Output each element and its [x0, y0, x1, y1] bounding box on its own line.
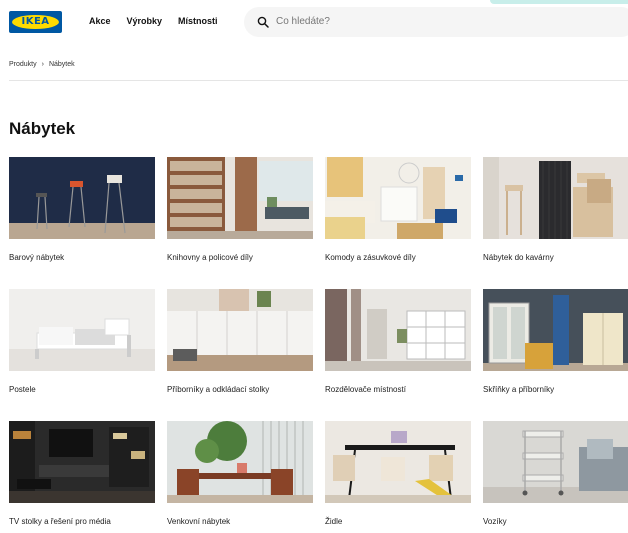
- category-label[interactable]: Židle: [325, 517, 471, 526]
- logo-text: IKEA: [21, 16, 50, 27]
- category-card[interactable]: Skříňky a příborníky: [483, 289, 628, 394]
- category-image[interactable]: [483, 421, 628, 503]
- category-label[interactable]: Příborníky a odkládací stolky: [167, 385, 313, 394]
- category-image[interactable]: [325, 289, 471, 371]
- category-card[interactable]: Příborníky a odkládací stolky: [167, 289, 313, 394]
- search-icon: [257, 16, 269, 28]
- category-label[interactable]: TV stolky a řešení pro média: [9, 517, 155, 526]
- category-image[interactable]: [9, 421, 155, 503]
- category-label[interactable]: Komody a zásuvkové díly: [325, 253, 471, 262]
- category-image[interactable]: [9, 289, 155, 371]
- category-image[interactable]: [167, 421, 313, 503]
- breadcrumb-current: Nábytek: [48, 61, 75, 68]
- category-card[interactable]: Knihovny a policové díly: [167, 157, 313, 262]
- logo-oval: IKEA: [12, 15, 59, 29]
- category-card[interactable]: Komody a zásuvkové díly: [325, 157, 471, 262]
- category-card[interactable]: Barový nábytek: [9, 157, 155, 262]
- category-label[interactable]: Venkovní nábytek: [167, 517, 313, 526]
- category-card[interactable]: Rozdělovače místností: [325, 289, 471, 394]
- category-label[interactable]: Rozdělovače místností: [325, 385, 471, 394]
- category-card[interactable]: Postele: [9, 289, 155, 394]
- category-card[interactable]: Venkovní nábytek: [167, 421, 313, 526]
- category-card[interactable]: Vozíky: [483, 421, 628, 526]
- category-image[interactable]: [325, 157, 471, 239]
- breadcrumb-products[interactable]: Produkty: [9, 61, 37, 68]
- search-input[interactable]: Co hledáte?: [276, 16, 330, 27]
- category-label[interactable]: Barový nábytek: [9, 253, 155, 262]
- category-card[interactable]: TV stolky a řešení pro média: [9, 421, 155, 526]
- divider: [9, 80, 628, 81]
- ikea-logo[interactable]: IKEA: [9, 11, 62, 33]
- nav-vyrobky[interactable]: Výrobky: [127, 16, 163, 26]
- category-image[interactable]: [483, 157, 628, 239]
- category-image[interactable]: [9, 157, 155, 239]
- category-card[interactable]: Nábytek do kavárny: [483, 157, 628, 262]
- nav-mistnosti[interactable]: Místnosti: [178, 16, 218, 26]
- main-nav: Akce Výrobky Místnosti: [89, 16, 218, 26]
- chevron-right-icon: ›: [41, 61, 44, 68]
- page-title: Nábytek: [9, 119, 76, 138]
- category-label[interactable]: Knihovny a policové díly: [167, 253, 313, 262]
- nav-akce[interactable]: Akce: [89, 16, 111, 26]
- category-image[interactable]: [325, 421, 471, 503]
- category-label[interactable]: Vozíky: [483, 517, 628, 526]
- search-bar[interactable]: Co hledáte?: [244, 7, 628, 37]
- site-header: IKEA Akce Výrobky Místnosti Co hledáte?: [0, 0, 628, 44]
- category-image[interactable]: [167, 157, 313, 239]
- category-image[interactable]: [167, 289, 313, 371]
- category-label[interactable]: Skříňky a příborníky: [483, 385, 628, 394]
- breadcrumb: Produkty › Nábytek: [9, 61, 75, 68]
- category-label[interactable]: Nábytek do kavárny: [483, 253, 628, 262]
- category-label[interactable]: Postele: [9, 385, 155, 394]
- category-card[interactable]: Židle: [325, 421, 471, 526]
- category-image[interactable]: [483, 289, 628, 371]
